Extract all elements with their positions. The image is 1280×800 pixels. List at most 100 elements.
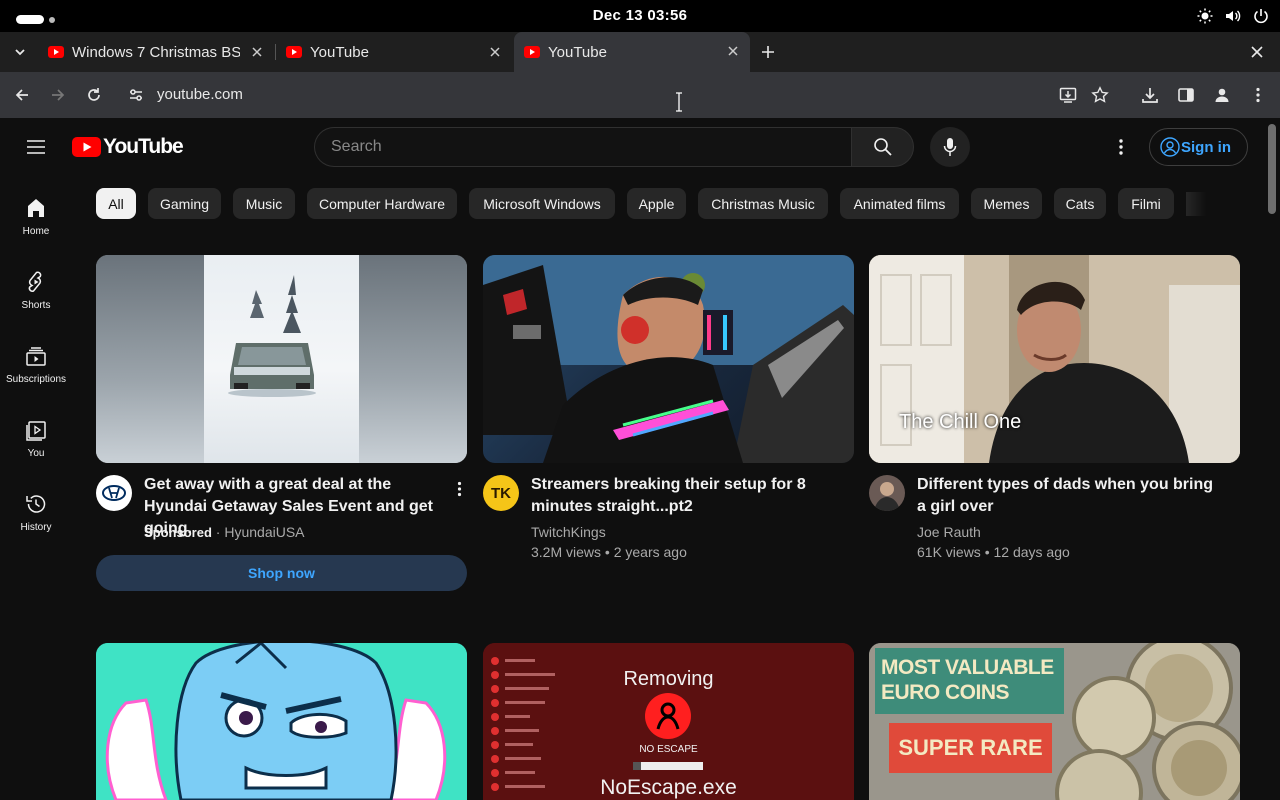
video-thumbnail-gumball[interactable] [96,643,467,800]
star-icon [1091,86,1109,103]
browser-tab-2[interactable]: YouTube [276,36,512,68]
close-tab-icon[interactable] [486,43,504,61]
volume-icon[interactable] [1224,6,1242,26]
bookmark-button[interactable] [1089,84,1111,106]
chips-overflow-fade [1186,192,1206,216]
browser-tab-1[interactable]: Windows 7 Christmas BS [38,36,274,68]
downloads-button[interactable] [1139,84,1161,106]
video-menu-button[interactable] [452,477,466,501]
close-tab-icon[interactable] [248,43,266,61]
thumbnail-blur-right [359,255,467,463]
voice-search-button[interactable] [930,127,970,167]
browser-toolbar: youtube.com [0,72,1280,118]
thumbnail-title-text: Removing [623,668,714,690]
nav-item-home[interactable]: Home [0,196,72,237]
search-input[interactable] [331,128,831,166]
chip-microsoft-windows[interactable]: Microsoft Windows [469,188,615,219]
chip-cats[interactable]: Cats [1054,188,1106,219]
power-icon[interactable] [1252,6,1270,26]
system-clock[interactable]: Dec 13 03:56 [0,7,1280,24]
video-title[interactable]: Streamers breaking their setup for 8 min… [531,474,821,518]
new-tab-button[interactable] [756,40,780,64]
tab-title: YouTube [310,43,369,61]
channel-avatar-hyundai[interactable] [96,475,132,511]
tab-title: YouTube [548,43,607,61]
tab-title: Windows 7 Christmas BS [72,43,240,61]
thumbnail-line-2: EURO COINS [881,681,1010,704]
arrow-right-icon [52,89,65,101]
browser-menu-button[interactable] [1247,84,1269,106]
super-rare-badge: SUPER RARE [889,723,1052,773]
settings-menu-button[interactable] [1109,135,1133,159]
profile-button[interactable] [1211,84,1233,106]
forward-button[interactable] [47,84,69,106]
close-icon [1251,46,1263,58]
account-circle-icon [1160,137,1180,157]
tab-search-dropdown[interactable] [8,40,32,64]
chip-all[interactable]: All [96,188,136,219]
page-scrollbar[interactable] [1268,124,1276,214]
close-tab-icon[interactable] [724,42,742,60]
plus-icon [762,46,774,58]
video-title[interactable]: Different types of dads when you bring a… [917,474,1217,518]
chip-animated-films[interactable]: Animated films [840,188,959,219]
chevron-down-icon [15,49,25,56]
chip-apple[interactable]: Apple [627,188,686,219]
ad-meta: Sponsored · HyundaiUSA [144,522,305,543]
suv-in-snow-image [228,275,316,397]
chip-computer-hardware[interactable]: Computer Hardware [307,188,457,219]
video-stats: 3.2M views • 2 years ago [531,544,687,560]
channel-name[interactable]: HyundaiUSA [224,524,304,540]
channel-avatar-joe-rauth[interactable] [869,475,905,511]
youtube-favicon-icon [286,46,302,58]
side-panel-button[interactable] [1175,84,1197,106]
youtube-logo-icon [72,137,101,157]
hyundai-logo-icon [102,485,126,501]
chip-gaming[interactable]: Gaming [148,188,221,219]
nav-label: Subscriptions [5,374,67,385]
video-thumbnail-hyundai[interactable] [96,255,467,463]
video-thumbnail-noescape[interactable]: Removing NO ESCAPE NoEscape.exe [483,643,854,800]
you-icon [26,421,46,441]
home-icon [28,199,44,217]
channel-name[interactable]: Joe Rauth [917,522,981,542]
chip-christmas-music[interactable]: Christmas Music [698,188,828,219]
chip-music[interactable]: Music [233,188,295,219]
badge-text: SUPER RARE [898,735,1043,760]
youtube-logo-text: YouTube [103,135,184,158]
channel-avatar-twitchkings[interactable]: TK [483,475,519,511]
address-bar[interactable]: youtube.com [157,86,243,103]
subscriptions-icon [26,347,46,366]
download-icon [1142,88,1158,103]
avatar-text: TK [491,484,511,502]
tune-icon [130,89,142,101]
close-window-button[interactable] [1246,40,1268,64]
reload-button[interactable] [83,84,105,106]
nav-item-shorts[interactable]: Shorts [0,270,72,311]
brightness-icon[interactable] [1196,6,1214,26]
video-thumbnail-euro-coins[interactable]: MOST VALUABLE EURO COINS SUPER RARE [869,643,1240,800]
site-info-button[interactable] [125,84,147,106]
nav-item-you[interactable]: You [0,418,72,459]
search-button[interactable] [851,127,914,167]
chip-filmi[interactable]: Filmi [1118,188,1174,219]
channel-name[interactable]: TwitchKings [531,522,606,542]
youtube-page: YouTube Sign in Home Shorts Subscription… [0,118,1280,800]
back-button[interactable] [11,84,33,106]
browser-tab-3-active[interactable]: YouTube [514,32,750,72]
nav-item-subscriptions[interactable]: Subscriptions [0,344,72,385]
nav-item-history[interactable]: History [0,492,72,533]
video-thumbnail-dads[interactable]: The Chill One [869,255,1240,463]
guide-menu-button[interactable] [24,135,48,159]
side-panel-icon [1178,88,1194,102]
install-app-button[interactable] [1057,84,1079,106]
thumbnail-overlay-text: The Chill One [899,411,1022,433]
shop-now-button[interactable]: Shop now [96,555,467,591]
streamer-thumbnail-image [483,255,854,463]
chip-memes[interactable]: Memes [971,188,1042,219]
thumbnail-sub-text: NO ESCAPE [639,744,698,755]
youtube-favicon-icon [48,46,64,58]
video-thumbnail-streamers[interactable] [483,255,854,463]
youtube-logo[interactable]: YouTube [72,135,184,159]
sign-in-button[interactable]: Sign in [1149,128,1248,166]
